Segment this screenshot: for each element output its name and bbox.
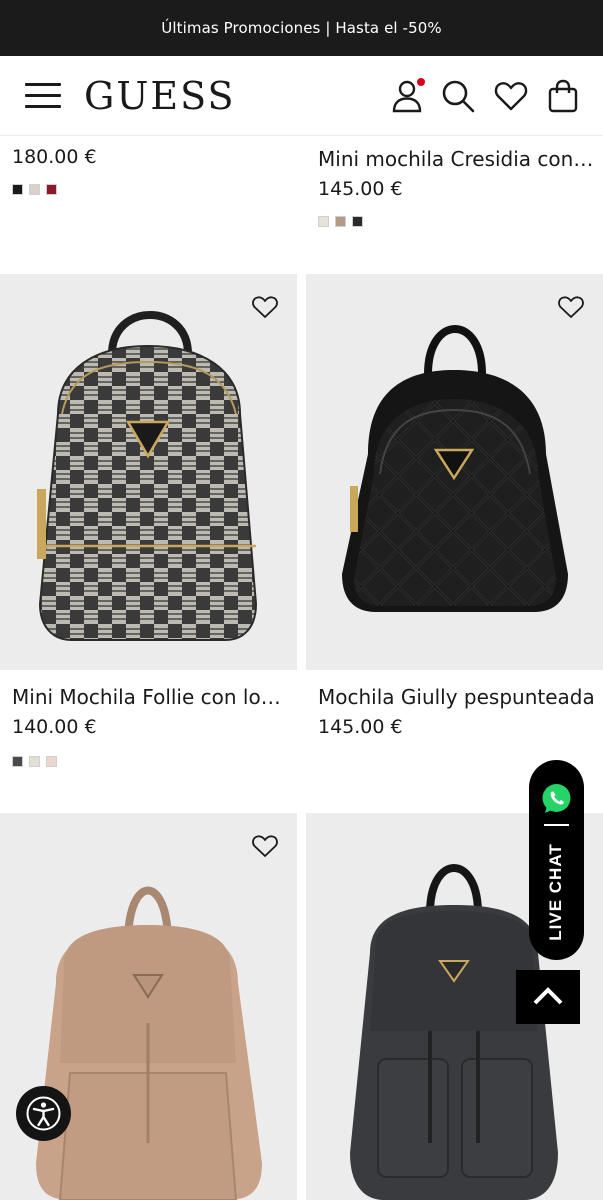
product-price: 145.00 € [318,178,403,200]
color-swatches [12,756,57,767]
notification-dot [417,78,425,86]
whatsapp-icon [540,782,573,815]
product-card[interactable]: 180.00 € [0,136,297,272]
live-chat-label: LIVE CHAT [546,843,565,941]
menu-icon[interactable] [25,83,61,109]
product-name[interactable]: Mini mochila Cresidia con l... [318,146,598,172]
color-swatch[interactable] [46,756,57,767]
product-image[interactable] [0,813,297,1200]
product-name[interactable]: Mochila Giully pespunteada [318,684,598,710]
promo-bar[interactable]: Últimas Promociones | Hasta el -50% [0,0,603,56]
color-swatch[interactable] [29,184,40,195]
product-card[interactable]: Mini mochila Cresidia con l... 145.00 € [306,136,603,272]
wishlist-heart-icon[interactable] [251,833,279,859]
product-name[interactable]: Mini Mochila Follie con log... [12,684,292,710]
backpack-quilted-image [342,325,568,612]
wishlist-heart-icon[interactable] [251,294,279,320]
backpack-checkered-image [37,311,258,641]
divider [544,824,569,826]
guess-logo[interactable]: GUESS [84,74,236,118]
scroll-to-top-button[interactable] [516,970,580,1024]
promo-text: Últimas Promociones | Hasta el -50% [161,19,442,37]
product-image[interactable] [306,274,603,670]
color-swatches [12,184,57,195]
color-swatch[interactable] [29,756,40,767]
product-card[interactable]: Mini Mochila Follie con log... 140.00 € [0,274,297,814]
product-price: 180.00 € [12,146,97,168]
color-swatch[interactable] [12,756,23,767]
color-swatch[interactable] [335,216,346,227]
color-swatch[interactable] [352,216,363,227]
product-card[interactable]: Mochila Giully pespunteada 145.00 € [306,274,603,814]
accessibility-button[interactable] [16,1086,71,1141]
product-image[interactable] [0,274,297,670]
accessibility-icon [26,1096,61,1131]
live-chat-button[interactable]: LIVE CHAT [529,760,584,960]
search-icon[interactable] [440,78,476,114]
product-price: 145.00 € [318,716,403,738]
wishlist-heart-icon[interactable] [493,78,529,114]
product-card[interactable] [0,813,297,1200]
color-swatches [318,216,363,227]
user-icon[interactable] [390,78,426,114]
shopping-bag-icon[interactable] [545,78,581,114]
wishlist-heart-icon[interactable] [557,294,585,320]
backpack-beige-image [36,886,262,1200]
color-swatch[interactable] [46,184,57,195]
color-swatch[interactable] [12,184,23,195]
product-price: 140.00 € [12,716,97,738]
chevron-up-icon [533,987,563,1005]
site-header: GUESS [0,56,603,136]
color-swatch[interactable] [318,216,329,227]
